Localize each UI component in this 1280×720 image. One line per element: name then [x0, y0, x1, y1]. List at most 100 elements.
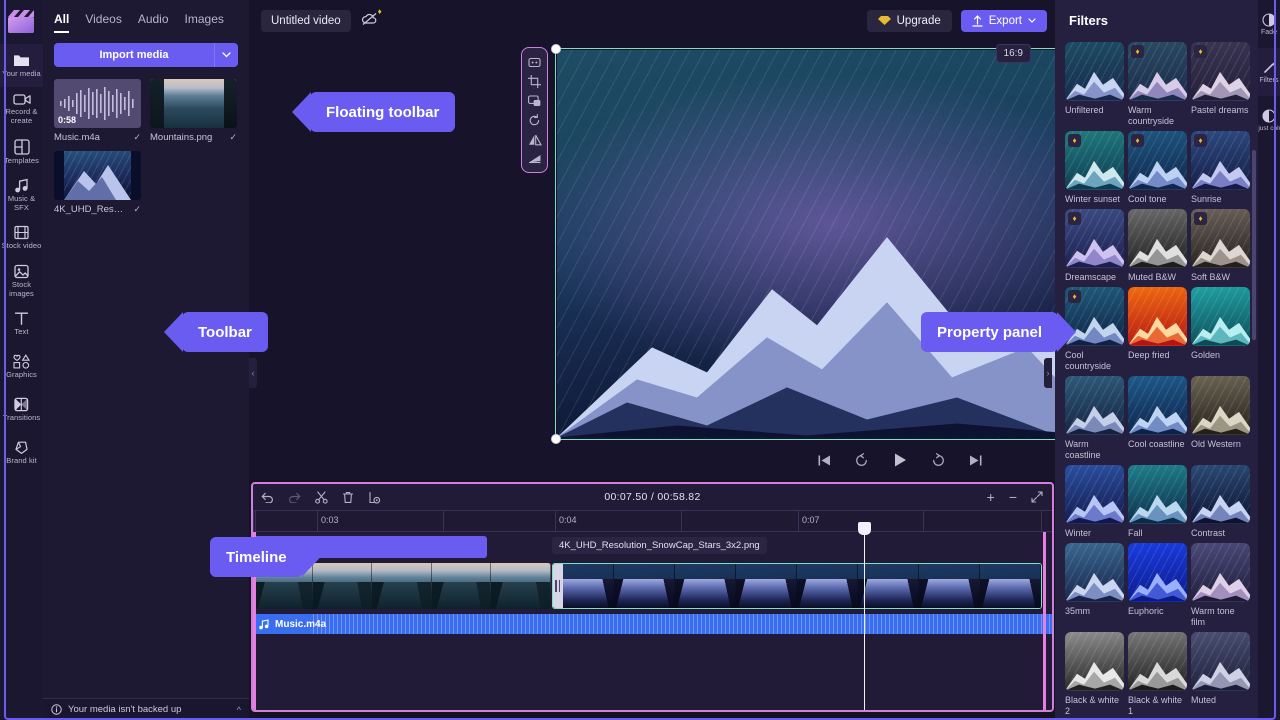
undo-icon[interactable] — [261, 492, 274, 503]
filter-item[interactable]: Muted B&W — [1128, 209, 1187, 283]
rotate-icon[interactable] — [528, 113, 541, 127]
filter-item[interactable]: Contrast — [1191, 465, 1250, 539]
zoom-in-button[interactable]: + — [987, 490, 995, 504]
media-tab-videos[interactable]: Videos — [85, 12, 121, 31]
crop-icon[interactable] — [528, 74, 541, 88]
media-tab-images[interactable]: Images — [185, 12, 224, 31]
filmstrip — [553, 564, 1041, 608]
zoom-out-button[interactable]: − — [1009, 490, 1017, 504]
filters-panel-title: Filters — [1069, 13, 1109, 28]
upgrade-button[interactable]: Upgrade — [866, 9, 952, 32]
filter-item[interactable]: ♦ Warm countryside — [1128, 42, 1187, 127]
import-media-chevron-down-icon[interactable] — [214, 43, 238, 67]
filter-item[interactable]: Warm tone film — [1191, 543, 1250, 628]
audio-waveform — [313, 614, 1052, 634]
play-icon[interactable] — [891, 451, 909, 469]
sidebar-item-graphics[interactable]: Graphics — [0, 345, 43, 388]
folder-icon — [13, 53, 30, 68]
skip-previous-icon[interactable] — [817, 454, 832, 467]
timeline-clip-snowcap[interactable] — [552, 563, 1042, 609]
redo-icon[interactable] — [288, 492, 301, 503]
sidebar-item-filters[interactable]: Filters — [1258, 48, 1280, 96]
filter-item[interactable]: Deep fried — [1128, 287, 1187, 372]
filter-item[interactable]: Cool coastline — [1128, 376, 1187, 461]
media-item-check-icon: ✓ — [133, 132, 141, 142]
filter-item[interactable]: ♦ Pastel dreams — [1191, 42, 1250, 127]
cloud-off-icon[interactable]: ♦ — [361, 7, 382, 29]
rewind-5s-icon[interactable] — [854, 452, 869, 468]
import-media-button[interactable]: Import media — [54, 43, 214, 67]
crown-icon: ♦ — [1068, 134, 1081, 147]
sidebar-item-record-create[interactable]: Record & create — [0, 87, 43, 130]
media-item-audio[interactable]: 0:58 Music.m4a ✓ — [54, 79, 141, 143]
filters-scrollbar[interactable] — [1252, 150, 1256, 340]
crown-icon: ♦ — [1068, 212, 1081, 225]
filter-thumbnail — [1128, 209, 1187, 268]
filter-item[interactable]: Warm coastline — [1065, 376, 1124, 461]
filter-item[interactable]: Black & white 1 — [1128, 632, 1187, 717]
filter-thumbnail: ♦ — [1128, 131, 1187, 190]
filter-item[interactable]: 35mm — [1065, 543, 1124, 628]
sidebar-item-text[interactable]: Text — [0, 302, 43, 345]
media-item-video[interactable]: 4K_UHD_Resolutio... ✓ — [54, 151, 141, 215]
sidebar-item-templates[interactable]: Templates — [0, 130, 43, 173]
aspect-ratio-badge[interactable]: 16:9 — [995, 44, 1031, 63]
media-item-image[interactable]: Mountains.png ✓ — [150, 79, 237, 143]
sidebar-item-stock-video[interactable]: Stock video — [0, 216, 43, 259]
filter-item[interactable]: Unfiltered — [1065, 42, 1124, 127]
captions-icon[interactable] — [528, 57, 541, 68]
perspective-icon[interactable] — [528, 153, 542, 164]
filter-item[interactable]: ♦ Cool tone — [1128, 131, 1187, 205]
filter-item[interactable]: Black & white 2 — [1065, 632, 1124, 717]
filter-item[interactable]: ♦ Winter sunset — [1065, 131, 1124, 205]
sidebar-item-brand-kit[interactable]: Brand kit — [0, 431, 43, 474]
filter-label: Soft B&W — [1191, 272, 1231, 282]
sidebar-item-adjust-colors[interactable]: Adjust colors — [1258, 96, 1280, 144]
filter-item[interactable]: ♦ Soft B&W — [1191, 209, 1250, 283]
split-scene-icon[interactable] — [368, 491, 381, 504]
filter-item[interactable]: Winter — [1065, 465, 1124, 539]
chevron-up-icon[interactable]: ^ — [237, 705, 241, 715]
scissors-icon[interactable] — [315, 490, 328, 504]
sidebar-item-fade[interactable]: Fade — [1258, 0, 1280, 48]
forward-5s-icon[interactable] — [931, 452, 946, 468]
filter-item[interactable]: ♦ Dreamscape — [1065, 209, 1124, 283]
clip-trim-handle[interactable] — [553, 564, 563, 608]
flip-horizontal-icon[interactable] — [528, 134, 542, 146]
export-button[interactable]: Export — [960, 9, 1047, 32]
sidebar-item-music-sfx[interactable]: Music & SFX — [0, 173, 43, 216]
sidebar-item-label: Record & create — [5, 107, 38, 125]
collapse-right-panel-button[interactable]: › — [1044, 358, 1052, 388]
filter-item[interactable]: ♦ Sunrise — [1191, 131, 1250, 205]
sidebar-item-transitions[interactable]: Transitions — [0, 388, 43, 431]
filter-thumbnail: ♦ — [1065, 287, 1124, 346]
filter-thumbnail — [1065, 543, 1124, 602]
filter-item[interactable]: Golden — [1191, 287, 1250, 372]
sidebar-item-label: Music & SFX — [7, 194, 36, 212]
timeline-ruler[interactable]: 0:03 0:04 0:07 — [253, 510, 1052, 533]
filter-label: Cool tone — [1128, 194, 1167, 204]
filter-item[interactable]: Euphoric — [1128, 543, 1187, 628]
app-logo-icon[interactable] — [6, 8, 38, 36]
project-title-field[interactable]: Untitled video — [261, 9, 351, 32]
filter-item[interactable]: Fall — [1128, 465, 1187, 539]
filter-item[interactable]: Muted — [1191, 632, 1250, 717]
filter-label: Winter sunset — [1065, 194, 1121, 204]
filter-label: Cool coastline — [1128, 439, 1185, 449]
picture-in-picture-icon[interactable] — [528, 94, 541, 107]
media-grid: 0:58 Music.m4a ✓ Mountains.png ✓ 4K_UHD_… — [43, 67, 249, 215]
media-tab-all[interactable]: All — [54, 12, 70, 33]
filter-item[interactable]: Old Western — [1191, 376, 1250, 461]
collapse-left-panel-button[interactable]: ‹ — [249, 358, 257, 388]
callout-text: Timeline — [226, 548, 287, 566]
top-toolbar-actions: Upgrade Export — [866, 9, 1055, 32]
sidebar-item-your-media[interactable]: Your media — [0, 44, 43, 87]
filter-item[interactable]: ♦ Cool countryside — [1065, 287, 1124, 372]
sidebar-item-stock-images[interactable]: Stock images — [0, 259, 43, 302]
skip-next-icon[interactable] — [968, 454, 983, 467]
trash-icon[interactable] — [342, 491, 354, 504]
crown-icon: ♦ — [1194, 212, 1207, 225]
timeline-audio-clip[interactable]: Music.m4a — [253, 614, 1052, 634]
media-tab-audio[interactable]: Audio — [138, 12, 169, 31]
fit-to-screen-icon[interactable] — [1031, 491, 1043, 503]
